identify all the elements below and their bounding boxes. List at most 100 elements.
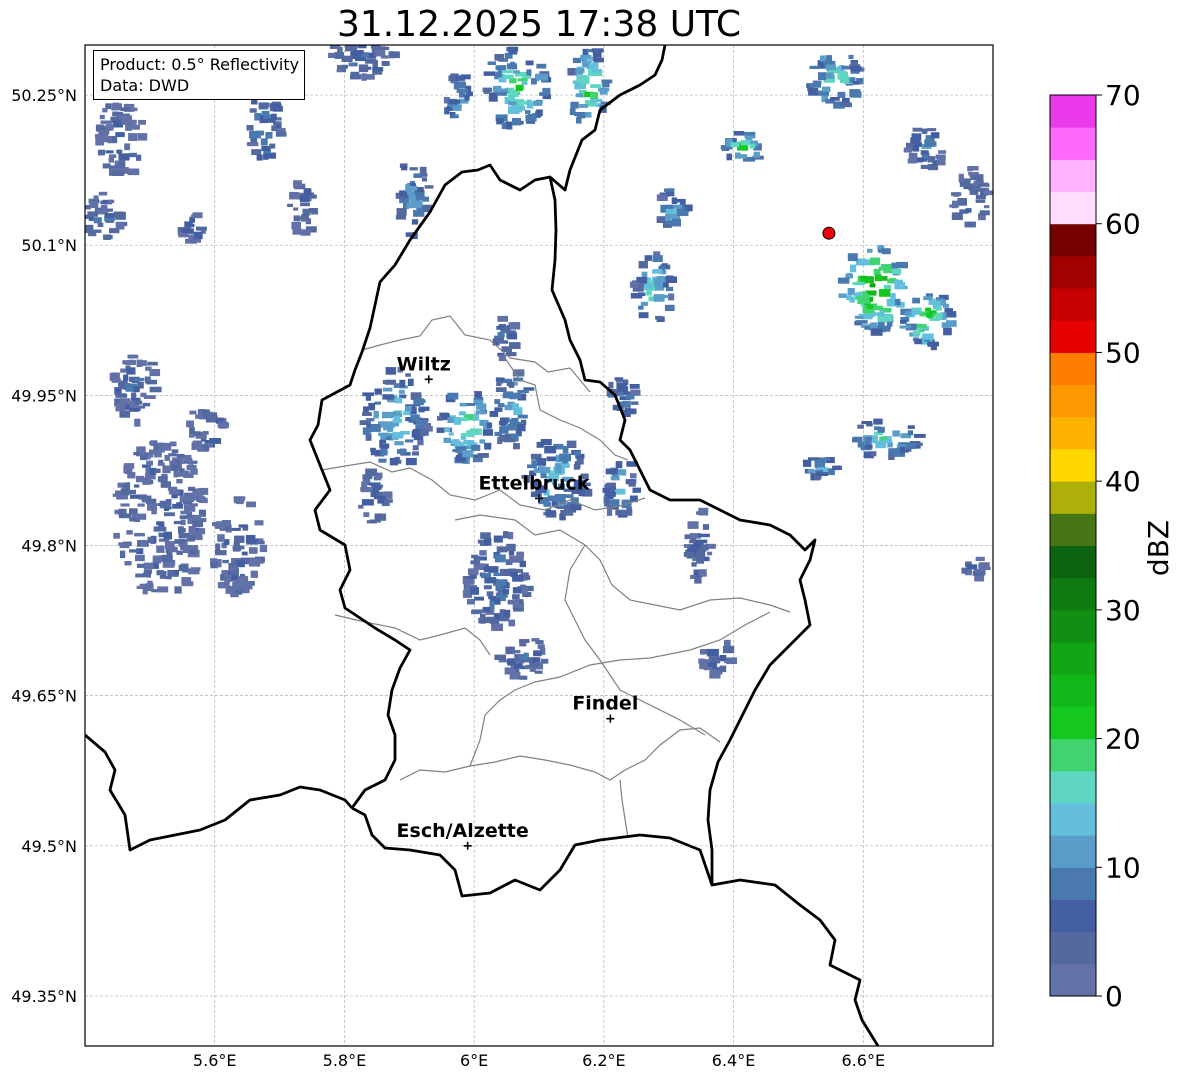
echo-pixel: [510, 572, 518, 577]
echo-pixel: [203, 411, 212, 420]
echo-pixel: [231, 574, 238, 580]
echo-pixel: [526, 99, 532, 105]
echo-pixel: [915, 324, 927, 328]
echo-pixel: [943, 327, 952, 336]
echo-pixel: [864, 326, 870, 330]
echo-pixel: [592, 51, 602, 58]
echo-pixel: [115, 221, 125, 230]
colorbar-tick-label: 70: [1105, 79, 1141, 112]
echo-pixel: [567, 68, 577, 76]
echo-pixel: [365, 468, 377, 477]
echo-pixel: [572, 57, 582, 64]
colorbar-tick-label: 50: [1105, 336, 1141, 369]
echo-pixel: [632, 487, 641, 493]
echo-pixel: [483, 71, 496, 76]
echo-pixel: [161, 554, 173, 562]
echo-pixel: [87, 211, 98, 217]
echo-pixel: [134, 400, 143, 405]
echo-pixel: [370, 423, 381, 432]
echo-pixel: [581, 79, 588, 85]
echo-pixel: [687, 521, 699, 529]
echo-pixel: [630, 473, 637, 479]
colorbar-segment: [1050, 802, 1096, 836]
echo-pixel: [646, 290, 652, 296]
echo-pixel: [871, 451, 877, 457]
echo-pixel: [358, 64, 369, 73]
echo-pixel: [138, 119, 146, 125]
echo-pixel: [473, 399, 483, 403]
echo-pixel: [570, 101, 579, 109]
echo-pixel: [683, 552, 695, 557]
echo-pixel: [108, 154, 117, 158]
echo-pixel: [510, 61, 516, 70]
echo-pixel: [464, 94, 470, 101]
echo-pixel: [506, 659, 516, 665]
echo-pixel: [975, 556, 985, 561]
echo-pixel: [489, 601, 495, 609]
echo-pixel: [879, 310, 885, 317]
echo-pixel: [437, 416, 444, 421]
echo-pixel: [452, 449, 460, 453]
echo-pixel: [740, 154, 748, 159]
echo-pixel: [820, 55, 826, 62]
echo-pixel: [609, 499, 620, 507]
echo-pixel: [182, 549, 189, 553]
echo-pixel: [807, 469, 815, 473]
echo-pixel: [644, 283, 652, 291]
lat-tick-label: 49.65°N: [11, 687, 77, 706]
radar-map: WiltzEttelbruckFindelEsch/Alzette 5.6°E 5…: [11, 44, 1175, 1070]
echo-cell: [186, 409, 229, 452]
echo-pixel: [870, 328, 883, 336]
echo-pixel: [534, 670, 543, 674]
echo-pixel: [122, 360, 128, 365]
radar-site-marker: [822, 226, 836, 240]
echo-pixel: [136, 359, 143, 367]
echo-cell: [210, 496, 268, 598]
echo-pixel: [503, 531, 509, 539]
echo-pixel: [188, 495, 195, 502]
echo-pixel: [174, 471, 185, 477]
echo-pixel: [923, 296, 933, 301]
echo-pixel: [174, 539, 185, 544]
echo-pixel: [498, 354, 506, 362]
echo-pixel: [709, 670, 720, 679]
echo-pixel: [874, 274, 882, 282]
echo-pixel: [293, 180, 302, 189]
echo-pixel: [115, 212, 123, 217]
echo-pixel: [830, 97, 840, 101]
echo-pixel: [190, 468, 198, 475]
echo-pixel: [512, 650, 521, 654]
echo-pixel: [507, 599, 519, 605]
echo-pixel: [531, 78, 537, 85]
echo-pixel: [260, 138, 268, 146]
echo-cell: [606, 377, 641, 418]
colorbar-segment: [1050, 95, 1096, 128]
echo-pixel: [444, 427, 451, 432]
echo-pixel: [629, 281, 639, 288]
echo-pixel: [100, 200, 108, 205]
echo-pixel: [744, 132, 755, 136]
echo-cell: [359, 367, 433, 466]
echo-pixel: [246, 142, 259, 147]
colorbar-tick-label: 0: [1105, 980, 1123, 1013]
echo-pixel: [139, 583, 152, 588]
echo-pixel: [129, 152, 137, 158]
echo-cell: [482, 46, 552, 130]
echo-pixel: [119, 410, 131, 418]
echo-pixel: [133, 484, 140, 488]
echo-pixel: [936, 157, 946, 166]
lon-tick-label: 6°E: [460, 1051, 488, 1070]
echo-pixel: [458, 411, 467, 416]
echo-pixel: [593, 57, 604, 63]
echo-pixel: [608, 381, 614, 389]
echo-pixel: [379, 443, 390, 449]
echo-pixel: [668, 293, 675, 301]
echo-pixel: [462, 450, 474, 458]
echo-cell: [494, 638, 549, 680]
echo-pixel: [348, 62, 358, 67]
echo-pixel: [368, 402, 376, 411]
echo-pixel: [502, 589, 510, 595]
echo-pixel: [724, 639, 731, 647]
echo-pixel: [411, 219, 419, 225]
echo-pixel: [393, 383, 401, 388]
